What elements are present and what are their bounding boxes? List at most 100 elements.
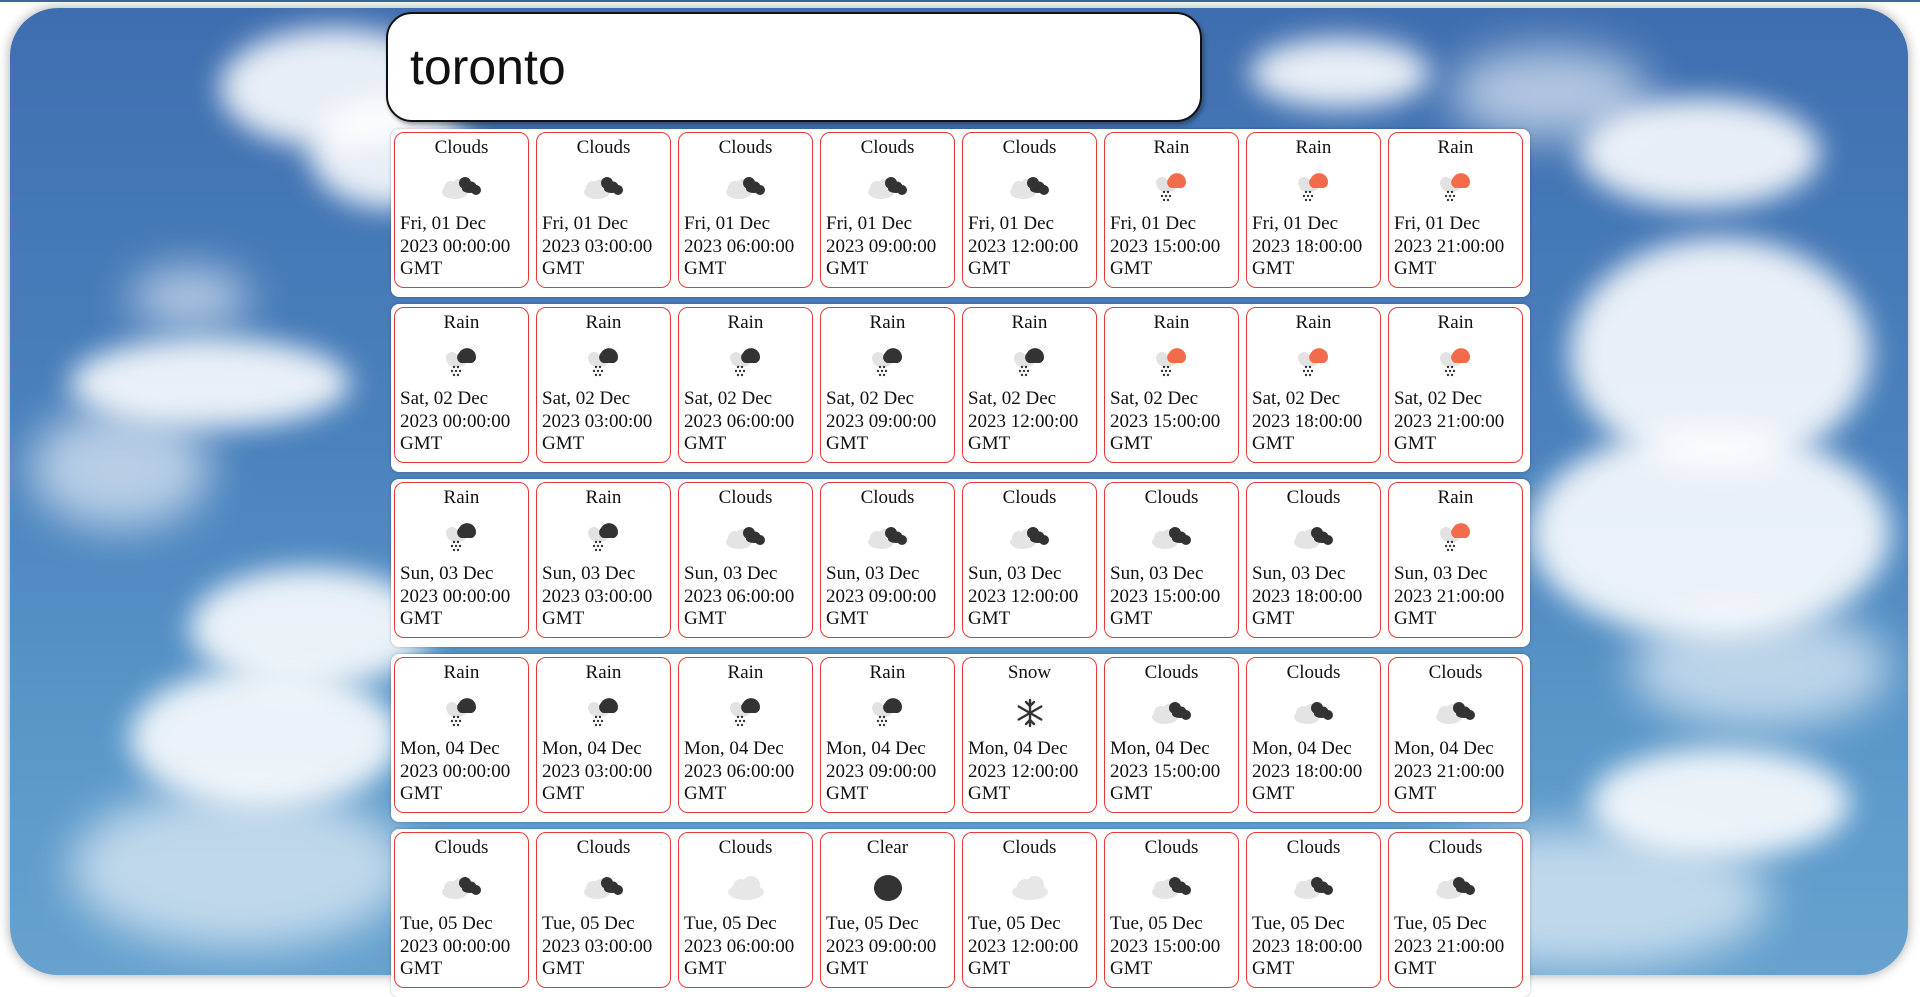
- sun-rain-icon: [1289, 343, 1339, 381]
- broken-clouds-icon: [1005, 518, 1055, 556]
- weather-condition: Clouds: [718, 837, 773, 858]
- sun-rain-icon: [1147, 168, 1197, 206]
- broken-clouds-icon: [863, 168, 913, 206]
- forecast-card: Clear Tue, 05 Dec 2023 09:00:00 GMT: [820, 832, 955, 988]
- weather-condition: Clouds: [434, 837, 489, 858]
- weather-condition: Rain: [1295, 137, 1332, 158]
- weather-condition: Clouds: [1286, 662, 1341, 683]
- forecast-datetime: Tue, 05 Dec 2023 15:00:00 GMT: [1110, 913, 1221, 979]
- weather-condition: Clouds: [576, 137, 631, 158]
- forecast-card: Clouds Fri, 01 Dec 2023 03:00:00 GMT: [536, 132, 671, 288]
- forecast-card: Clouds Tue, 05 Dec 2023 06:00:00 GMT: [678, 832, 813, 988]
- cloud-rain-icon: [437, 343, 487, 381]
- forecast-card: Rain Fri, 01 Dec 2023 15:00:00 GMT: [1104, 132, 1239, 288]
- forecast-row: Clouds Fri, 01 Dec 2023 00:00:00 GMT Cloud…: [391, 129, 1530, 297]
- forecast-datetime: Tue, 05 Dec 2023 09:00:00 GMT: [826, 913, 937, 979]
- forecast-card: Rain Sat, 02 Dec 2023 00:00:00 GMT: [394, 307, 529, 463]
- forecast-datetime: Fri, 01 Dec 2023 21:00:00 GMT: [1394, 213, 1505, 279]
- broken-clouds-icon: [579, 168, 629, 206]
- forecast-card: Rain Sat, 02 Dec 2023 18:00:00 GMT: [1246, 307, 1381, 463]
- cloud-rain-icon: [721, 693, 771, 731]
- broken-clouds-icon: [721, 518, 771, 556]
- weather-condition: Rain: [1437, 312, 1474, 333]
- forecast-datetime: Sun, 03 Dec 2023 15:00:00 GMT: [1110, 563, 1221, 629]
- weather-condition: Rain: [585, 487, 622, 508]
- forecast-card: Clouds Sun, 03 Dec 2023 18:00:00 GMT: [1246, 482, 1381, 638]
- forecast-card: Rain Mon, 04 Dec 2023 09:00:00 GMT: [820, 657, 955, 813]
- weather-condition: Clouds: [860, 487, 915, 508]
- forecast-datetime: Sun, 03 Dec 2023 12:00:00 GMT: [968, 563, 1079, 629]
- forecast-card: Clouds Fri, 01 Dec 2023 09:00:00 GMT: [820, 132, 955, 288]
- weather-condition: Clouds: [1286, 837, 1341, 858]
- forecast-datetime: Fri, 01 Dec 2023 09:00:00 GMT: [826, 213, 937, 279]
- weather-condition: Clouds: [1002, 487, 1057, 508]
- forecast-datetime: Fri, 01 Dec 2023 06:00:00 GMT: [684, 213, 795, 279]
- forecast-datetime: Mon, 04 Dec 2023 21:00:00 GMT: [1394, 738, 1505, 804]
- broken-clouds-icon: [1147, 868, 1197, 906]
- forecast-card: Rain Sat, 02 Dec 2023 06:00:00 GMT: [678, 307, 813, 463]
- weather-condition: Clouds: [1428, 837, 1483, 858]
- forecast-card: Clouds Tue, 05 Dec 2023 00:00:00 GMT: [394, 832, 529, 988]
- forecast-row: Rain Sat, 02 Dec 2023 00:00:00 GMT Rain Sat…: [391, 304, 1530, 472]
- weather-condition: Clouds: [434, 137, 489, 158]
- broken-clouds-icon: [1431, 693, 1481, 731]
- forecast-card: Rain Mon, 04 Dec 2023 03:00:00 GMT: [536, 657, 671, 813]
- sun-rain-icon: [1289, 168, 1339, 206]
- forecast-card: Rain Sat, 02 Dec 2023 12:00:00 GMT: [962, 307, 1097, 463]
- cloud-rain-icon: [437, 693, 487, 731]
- weather-condition: Rain: [869, 312, 906, 333]
- forecast-datetime: Sat, 02 Dec 2023 18:00:00 GMT: [1252, 388, 1363, 454]
- clear-moon-icon: [863, 868, 913, 906]
- sun-rain-icon: [1431, 168, 1481, 206]
- forecast-datetime: Sat, 02 Dec 2023 03:00:00 GMT: [542, 388, 653, 454]
- light-cloud-icon: [1005, 868, 1055, 906]
- forecast-datetime: Fri, 01 Dec 2023 03:00:00 GMT: [542, 213, 653, 279]
- broken-clouds-icon: [1289, 693, 1339, 731]
- light-cloud-icon: [721, 868, 771, 906]
- forecast-card: Clouds Sun, 03 Dec 2023 09:00:00 GMT: [820, 482, 955, 638]
- broken-clouds-icon: [1289, 868, 1339, 906]
- broken-clouds-icon: [1005, 168, 1055, 206]
- forecast-datetime: Tue, 05 Dec 2023 21:00:00 GMT: [1394, 913, 1505, 979]
- forecast-datetime: Mon, 04 Dec 2023 06:00:00 GMT: [684, 738, 795, 804]
- forecast-card: Clouds Sun, 03 Dec 2023 15:00:00 GMT: [1104, 482, 1239, 638]
- forecast-datetime: Fri, 01 Dec 2023 12:00:00 GMT: [968, 213, 1079, 279]
- forecast-datetime: Sun, 03 Dec 2023 03:00:00 GMT: [542, 563, 653, 629]
- forecast-datetime: Sun, 03 Dec 2023 09:00:00 GMT: [826, 563, 937, 629]
- sun-rain-icon: [1431, 343, 1481, 381]
- forecast-card: Clouds Fri, 01 Dec 2023 00:00:00 GMT: [394, 132, 529, 288]
- weather-condition: Rain: [585, 312, 622, 333]
- weather-condition: Clouds: [1144, 662, 1199, 683]
- forecast-card: Clouds Tue, 05 Dec 2023 21:00:00 GMT: [1388, 832, 1523, 988]
- forecast-datetime: Sat, 02 Dec 2023 21:00:00 GMT: [1394, 388, 1505, 454]
- forecast-datetime: Mon, 04 Dec 2023 12:00:00 GMT: [968, 738, 1079, 804]
- cloud-rain-icon: [579, 343, 629, 381]
- forecast-card: Rain Fri, 01 Dec 2023 21:00:00 GMT: [1388, 132, 1523, 288]
- forecast-card: Rain Sun, 03 Dec 2023 03:00:00 GMT: [536, 482, 671, 638]
- forecast-card: Rain Sun, 03 Dec 2023 00:00:00 GMT: [394, 482, 529, 638]
- forecast-card: Clouds Fri, 01 Dec 2023 06:00:00 GMT: [678, 132, 813, 288]
- broken-clouds-icon: [1147, 693, 1197, 731]
- broken-clouds-icon: [1289, 518, 1339, 556]
- forecast-datetime: Fri, 01 Dec 2023 18:00:00 GMT: [1252, 213, 1363, 279]
- weather-condition: Clouds: [1002, 137, 1057, 158]
- forecast-card: Rain Sat, 02 Dec 2023 03:00:00 GMT: [536, 307, 671, 463]
- weather-condition: Snow: [1007, 662, 1052, 683]
- cloud-rain-icon: [863, 693, 913, 731]
- forecast-card: Clouds Tue, 05 Dec 2023 12:00:00 GMT: [962, 832, 1097, 988]
- cloud-rain-icon: [437, 518, 487, 556]
- cloud-rain-icon: [579, 518, 629, 556]
- forecast-card: Rain Mon, 04 Dec 2023 00:00:00 GMT: [394, 657, 529, 813]
- forecast-datetime: Sat, 02 Dec 2023 00:00:00 GMT: [400, 388, 511, 454]
- city-search-input[interactable]: [386, 12, 1202, 122]
- weather-condition: Rain: [585, 662, 622, 683]
- weather-condition: Clouds: [576, 837, 631, 858]
- top-border: [0, 0, 1920, 2]
- forecast-row: Clouds Tue, 05 Dec 2023 00:00:00 GMT Cloud…: [391, 829, 1530, 997]
- weather-condition: Clear: [866, 837, 909, 858]
- sun-rain-icon: [1147, 343, 1197, 381]
- forecast-datetime: Sat, 02 Dec 2023 09:00:00 GMT: [826, 388, 937, 454]
- cloud-rain-icon: [863, 343, 913, 381]
- weather-condition: Clouds: [718, 137, 773, 158]
- broken-clouds-icon: [437, 868, 487, 906]
